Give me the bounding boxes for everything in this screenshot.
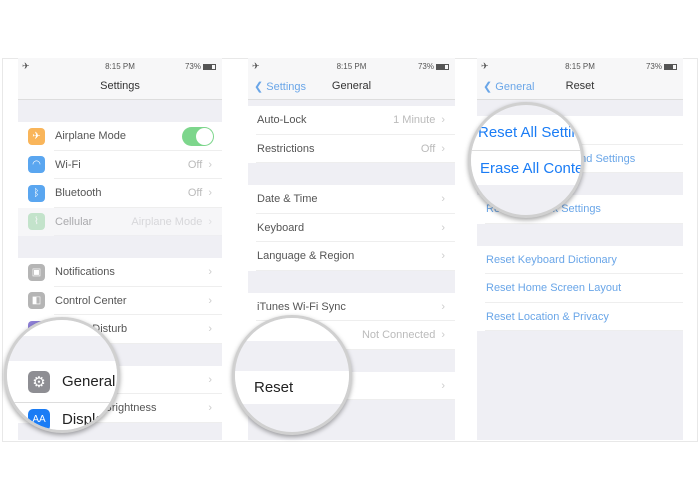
battery-percent: 73%	[184, 62, 201, 71]
magnifier-erase: Reset All Settings Erase All Content	[468, 102, 584, 218]
battery-percent: 73%	[417, 62, 434, 71]
row-label: Cellular	[55, 215, 93, 228]
battery-icon	[436, 64, 449, 70]
row-keyboard[interactable]: Keyboard ›	[248, 213, 455, 242]
chevron-right-icon: ›	[208, 266, 212, 279]
row-label: Notifications	[55, 266, 115, 279]
chevron-right-icon: ›	[441, 114, 445, 127]
row-airplane-mode[interactable]: ✈ Airplane Mode	[18, 122, 222, 151]
chevron-right-icon: ›	[208, 215, 212, 228]
row-label: Reset Home Screen Layout	[486, 282, 622, 295]
control-center-icon: ◧	[28, 292, 45, 310]
chevron-right-icon: ›	[441, 221, 445, 234]
row-restrictions[interactable]: Restrictions Off ›	[248, 134, 455, 163]
row-value: Off	[187, 158, 203, 171]
chevron-right-icon: ›	[441, 142, 445, 155]
magnifier-reset: Reset	[232, 315, 352, 435]
gear-icon: ⚙	[28, 370, 50, 393]
row-label: Keyboard	[257, 221, 305, 234]
row-value: Not Connected	[361, 329, 436, 342]
battery-indicator: 73%	[646, 62, 677, 71]
battery-icon	[203, 64, 216, 70]
row-control-center[interactable]: ◧ Control Center ›	[18, 286, 222, 315]
row-reset-location-privacy[interactable]: Reset Location & Privacy	[477, 302, 683, 331]
row-language-region[interactable]: Language & Region ›	[248, 242, 455, 271]
chevron-right-icon: ›	[208, 402, 212, 415]
magnified-reset-row[interactable]: Reset	[235, 371, 349, 404]
wifi-icon: ◠	[28, 156, 45, 174]
row-label: Control Center	[55, 294, 127, 307]
row-label: iTunes Wi-Fi Sync	[257, 300, 346, 313]
battery-indicator: 73%	[418, 62, 449, 71]
status-bar: ✈ 8:15 PM 73%	[477, 58, 683, 76]
nav-bar: ❮ Settings General	[248, 76, 455, 100]
page-title: Reset	[565, 80, 595, 92]
row-bluetooth[interactable]: ᛒ Bluetooth Off ›	[18, 179, 222, 208]
magnified-reset-all-row[interactable]: Reset All Settings	[471, 115, 581, 151]
chevron-right-icon: ›	[441, 329, 445, 342]
row-label: Airplane Mode	[55, 130, 126, 143]
bluetooth-icon: ᛒ	[28, 184, 45, 202]
cellular-icon: ⌇	[28, 213, 45, 231]
nav-bar: Settings	[18, 76, 222, 100]
row-reset-keyboard-dictionary[interactable]: Reset Keyboard Dictionary	[477, 245, 683, 274]
chevron-right-icon: ›	[208, 187, 212, 200]
row-label: Auto-Lock	[257, 114, 307, 127]
airplane-icon: ✈	[28, 127, 45, 145]
notifications-icon: ▣	[28, 263, 45, 281]
row-value: 1 Minute	[393, 114, 436, 127]
magnified-erase-row[interactable]: Erase All Content	[471, 151, 581, 185]
battery-percent: 73%	[645, 62, 662, 71]
page-title: General	[331, 80, 372, 92]
row-label: Wi-Fi	[55, 158, 81, 171]
magnifier-general: ⚙ General AA Display	[4, 317, 120, 433]
chevron-right-icon: ›	[208, 294, 212, 307]
page-title: Settings	[100, 80, 140, 92]
nav-bar: ❮ General Reset	[477, 76, 683, 100]
row-label: Language & Region	[257, 250, 355, 263]
chevron-right-icon: ›	[208, 158, 212, 171]
row-date-time[interactable]: Date & Time ›	[248, 185, 455, 214]
magnified-general-row[interactable]: ⚙ General	[7, 361, 117, 403]
battery-indicator: 73%	[185, 62, 216, 71]
battery-icon	[664, 64, 677, 70]
status-bar: ✈ 8:15 PM 73%	[248, 58, 455, 76]
row-label: Date & Time	[257, 193, 318, 206]
row-label: Bluetooth	[55, 187, 102, 200]
chevron-right-icon: ›	[208, 323, 212, 336]
row-reset-home-screen-layout[interactable]: Reset Home Screen Layout	[477, 274, 683, 303]
magnified-display-row[interactable]: AA Display	[7, 403, 117, 430]
chevron-right-icon: ›	[441, 300, 445, 313]
row-cellular[interactable]: ⌇ Cellular Airplane Mode ›	[18, 207, 222, 236]
row-label: Reset Location & Privacy	[486, 310, 609, 323]
row-label: Reset Keyboard Dictionary	[486, 253, 617, 266]
chevron-right-icon: ›	[208, 373, 212, 386]
chevron-right-icon: ›	[441, 379, 445, 392]
status-bar: ✈ 8:15 PM 73%	[18, 58, 222, 76]
chevron-right-icon: ›	[441, 250, 445, 263]
row-auto-lock[interactable]: Auto-Lock 1 Minute ›	[248, 106, 455, 135]
row-value: Off	[187, 187, 203, 200]
row-value: Airplane Mode	[131, 215, 203, 228]
row-value: Off	[420, 142, 436, 155]
display-icon: AA	[28, 408, 50, 430]
airplane-mode-toggle[interactable]	[182, 126, 214, 146]
row-wi-fi[interactable]: ◠ Wi-Fi Off ›	[18, 150, 222, 179]
row-notifications[interactable]: ▣ Notifications ›	[18, 258, 222, 287]
row-label: Restrictions	[257, 142, 315, 155]
chevron-right-icon: ›	[441, 193, 445, 206]
